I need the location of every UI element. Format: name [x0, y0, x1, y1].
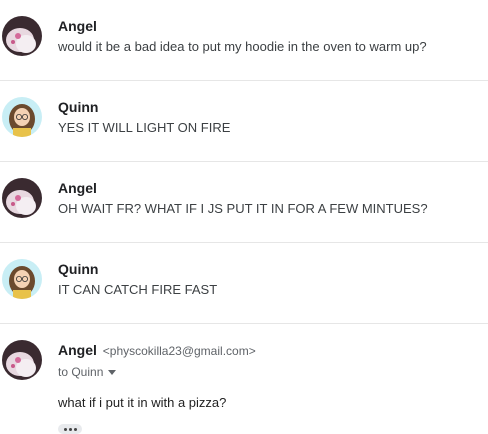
sender-line: Angel <physcokilla23@gmail.com>	[58, 342, 256, 358]
thread-message-expanded: Angel <physcokilla23@gmail.com> to Quinn…	[0, 324, 488, 434]
email-thread: Angel would it be a bad idea to put my h…	[0, 0, 488, 434]
sender-name: Angel	[58, 180, 97, 196]
sender-name: Angel	[58, 18, 97, 34]
thread-message-collapsed[interactable]: Quinn IT CAN CATCH FIRE FAST	[0, 243, 488, 324]
quinn-avatar-icon[interactable]	[2, 97, 42, 137]
sender-name: Quinn	[58, 261, 99, 277]
thread-message-collapsed[interactable]: Angel OH WAIT FR? WHAT IF I JS PUT IT IN…	[0, 162, 488, 243]
thread-message-collapsed[interactable]: Angel would it be a bad idea to put my h…	[0, 0, 488, 81]
sender-email: <physcokilla23@gmail.com>	[102, 344, 256, 358]
angel-avatar-icon[interactable]	[2, 178, 42, 218]
ellipsis-icon	[73, 427, 77, 431]
recipient-details-toggle[interactable]: to Quinn	[58, 365, 117, 379]
angel-avatar-icon[interactable]	[2, 16, 42, 56]
angel-avatar-icon[interactable]	[2, 340, 42, 380]
message-snippet: OH WAIT FR? WHAT IF I JS PUT IT IN FOR A…	[58, 201, 428, 216]
ellipsis-icon	[68, 427, 72, 431]
message-body: what if i put it in with a pizza?	[58, 395, 227, 410]
message-snippet: YES IT WILL LIGHT ON FIRE	[58, 120, 231, 135]
sender-name: Quinn	[58, 99, 99, 115]
chevron-down-icon	[108, 370, 117, 376]
thread-message-collapsed[interactable]: Quinn YES IT WILL LIGHT ON FIRE	[0, 81, 488, 162]
message-snippet: would it be a bad idea to put my hoodie …	[58, 39, 427, 54]
sender-name[interactable]: Angel	[58, 342, 97, 358]
recipient-label: to Quinn	[58, 365, 104, 379]
show-trimmed-content-button[interactable]	[58, 424, 82, 434]
ellipsis-icon	[63, 427, 67, 431]
quinn-avatar-icon[interactable]	[2, 259, 42, 299]
message-snippet: IT CAN CATCH FIRE FAST	[58, 282, 218, 297]
